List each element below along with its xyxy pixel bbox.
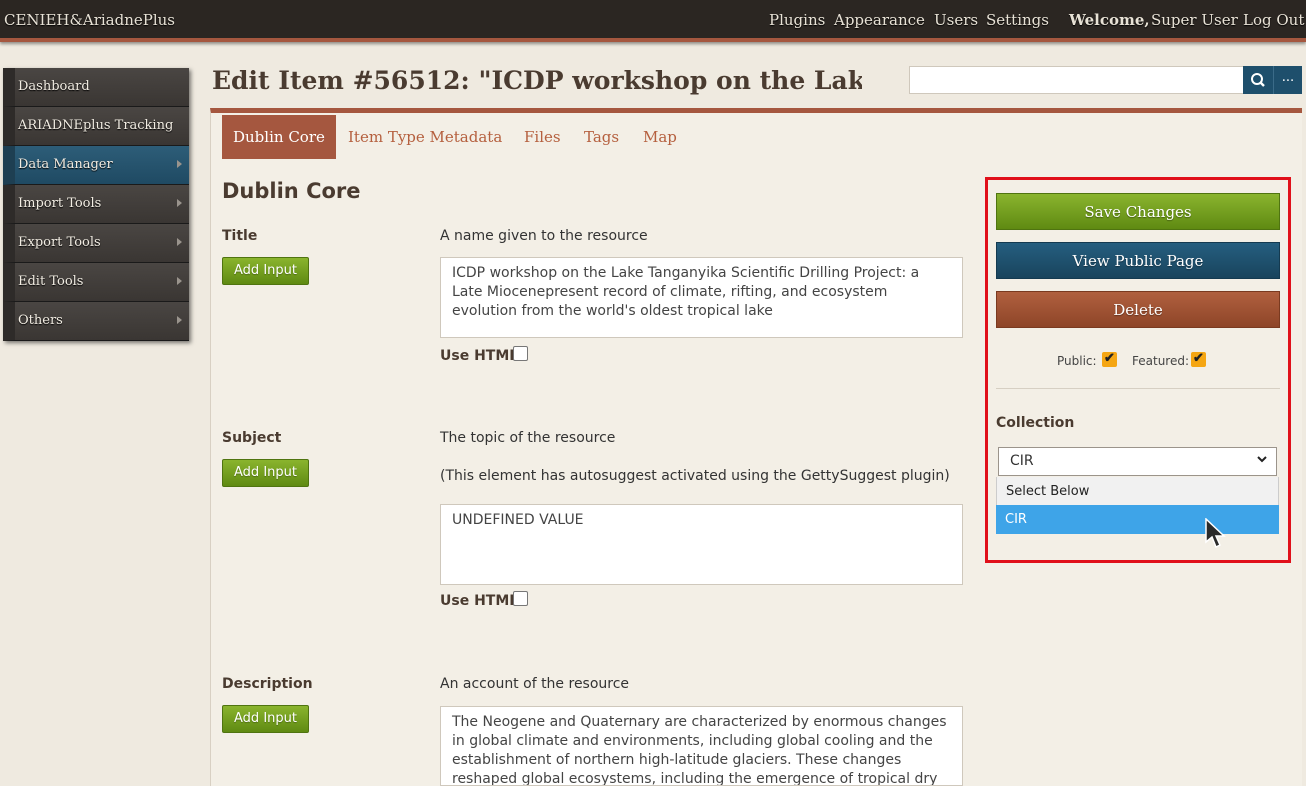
nav-settings[interactable]: Settings	[986, 11, 1049, 29]
collection-option[interactable]: Select Below	[996, 477, 1279, 506]
mouse-cursor-icon	[1205, 517, 1227, 554]
search-button[interactable]	[1243, 66, 1273, 94]
description-label: Description	[222, 676, 313, 692]
title-label: Title	[222, 228, 258, 244]
sidebar-item-ariadneplus-tracking[interactable]: ARIADNEplus Tracking	[3, 107, 189, 146]
sidebar-item-label: Dashboard	[18, 79, 90, 94]
subject-label: Subject	[222, 430, 282, 446]
chevron-right-icon	[177, 238, 182, 246]
title-use-html-label: Use HTML	[440, 348, 519, 364]
sidebar-item-label: Export Tools	[18, 235, 101, 250]
collection-option-selected[interactable]: CIR	[996, 505, 1279, 534]
public-checkbox[interactable]: ✔	[1102, 352, 1117, 367]
sidebar-item-import-tools[interactable]: Import Tools	[3, 185, 189, 224]
search-input[interactable]	[909, 66, 1244, 94]
sidebar-item-label: Data Manager	[18, 157, 113, 172]
section-title: Dublin Core	[222, 179, 361, 203]
checkmark-icon: ✔	[1193, 351, 1204, 366]
public-label: Public:	[1057, 354, 1097, 368]
panel-divider	[996, 388, 1280, 389]
nav-users[interactable]: Users	[934, 11, 978, 29]
sidebar-item-edit-tools[interactable]: Edit Tools	[3, 263, 189, 302]
view-public-page-button[interactable]: View Public Page	[996, 242, 1280, 279]
checkmark-icon: ✔	[1104, 351, 1115, 366]
save-changes-button[interactable]: Save Changes	[996, 193, 1280, 230]
featured-label: Featured:	[1132, 354, 1190, 368]
title-textarea[interactable]: ICDP workshop on the Lake Tanganyika Sci…	[440, 257, 963, 338]
subject-textarea[interactable]: UNDEFINED VALUE	[440, 504, 963, 585]
tab-item-type-metadata[interactable]: Item Type Metadata	[348, 115, 502, 159]
subject-use-html-checkbox[interactable]	[513, 591, 528, 606]
chevron-right-icon	[177, 316, 182, 324]
title-explanation: A name given to the resource	[440, 228, 648, 244]
tab-map[interactable]: Map	[643, 115, 677, 159]
subject-add-input-button[interactable]: Add Input	[222, 459, 309, 487]
chevron-right-icon	[177, 199, 182, 207]
description-add-input-button[interactable]: Add Input	[222, 705, 309, 733]
welcome-text: Welcome,	[1069, 11, 1150, 29]
sidebar-item-others[interactable]: Others	[3, 302, 189, 341]
title-use-html-checkbox[interactable]	[513, 346, 528, 361]
logout-link[interactable]: Log Out	[1243, 11, 1304, 29]
subject-explanation: The topic of the resource	[440, 430, 616, 446]
sidebar-item-export-tools[interactable]: Export Tools	[3, 224, 189, 263]
featured-checkbox[interactable]: ✔	[1191, 352, 1206, 367]
tab-dublin-core[interactable]: Dublin Core	[222, 115, 336, 159]
search-icon	[1251, 73, 1265, 87]
sidebar-item-data-manager[interactable]: Data Manager	[3, 146, 189, 185]
chevron-down-icon	[1255, 452, 1269, 470]
top-bar: CENIEH&AriadnePlus Plugins Appearance Us…	[0, 0, 1306, 42]
sidebar-item-label: Edit Tools	[18, 274, 84, 289]
description-explanation: An account of the resource	[440, 676, 630, 692]
collection-label: Collection	[996, 415, 1075, 431]
site-title[interactable]: CENIEH&AriadnePlus	[4, 11, 175, 29]
title-add-input-button[interactable]: Add Input	[222, 257, 309, 285]
nav-appearance[interactable]: Appearance	[834, 11, 925, 29]
sidebar: Dashboard ARIADNEplus Tracking Data Mana…	[3, 68, 189, 341]
nav-plugins[interactable]: Plugins	[769, 11, 825, 29]
page-title: Edit Item #56512: "ICDP workshop on the …	[212, 66, 862, 95]
sidebar-item-dashboard[interactable]: Dashboard	[3, 68, 189, 107]
collection-select[interactable]: CIR	[998, 447, 1277, 476]
sidebar-item-label: ARIADNEplus Tracking	[18, 118, 174, 133]
subject-autosuggest-note: (This element has autosuggest activated …	[440, 468, 950, 484]
description-textarea[interactable]: The Neogene and Quaternary are character…	[440, 706, 963, 786]
chevron-right-icon	[177, 160, 182, 168]
tab-tags[interactable]: Tags	[584, 115, 619, 159]
advanced-search-button[interactable]: ...	[1273, 66, 1302, 94]
delete-button[interactable]: Delete	[996, 291, 1280, 328]
subject-use-html-label: Use HTML	[440, 593, 519, 609]
chevron-right-icon	[177, 277, 182, 285]
sidebar-item-label: Others	[18, 313, 63, 328]
tab-files[interactable]: Files	[524, 115, 561, 159]
sidebar-item-label: Import Tools	[18, 196, 102, 211]
user-link[interactable]: Super User	[1151, 11, 1238, 29]
